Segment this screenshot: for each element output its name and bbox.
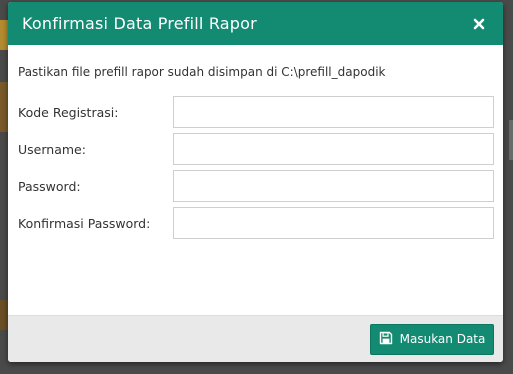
backdrop-fragment [509,120,513,160]
confirm-password-label: Konfirmasi Password: [18,215,151,231]
username-field[interactable] [173,133,494,165]
password-label: Password: [18,178,81,194]
backdrop-fragment [0,82,8,132]
masukan-data-label: Masukan Data [399,332,486,346]
backdrop-fragment [0,300,8,330]
masukan-data-button[interactable]: Masukan Data [370,323,494,355]
password-field[interactable] [173,170,494,202]
form-row-confirm-password: Konfirmasi Password: [18,207,494,239]
dialog-body: Pastikan file prefill rapor sudah disimp… [8,45,503,315]
close-icon[interactable] [469,14,489,34]
form-row-kode-registrasi: Kode Registrasi: [18,96,494,128]
prefill-notice: Pastikan file prefill rapor sudah disimp… [18,65,386,79]
confirm-password-field[interactable] [173,207,494,239]
form-row-username: Username: [18,133,494,165]
save-icon [379,331,393,348]
dialog-header: Konfirmasi Data Prefill Rapor [8,2,503,45]
kode-registrasi-label: Kode Registrasi: [18,104,119,120]
form-row-password: Password: [18,170,494,202]
dialog-title: Konfirmasi Data Prefill Rapor [22,14,257,33]
prefill-confirmation-dialog: Konfirmasi Data Prefill Rapor Pastikan f… [8,2,503,362]
kode-registrasi-field[interactable] [173,96,494,128]
backdrop-fragment [0,20,8,50]
dialog-footer: Masukan Data [8,315,503,362]
username-label: Username: [18,141,86,157]
